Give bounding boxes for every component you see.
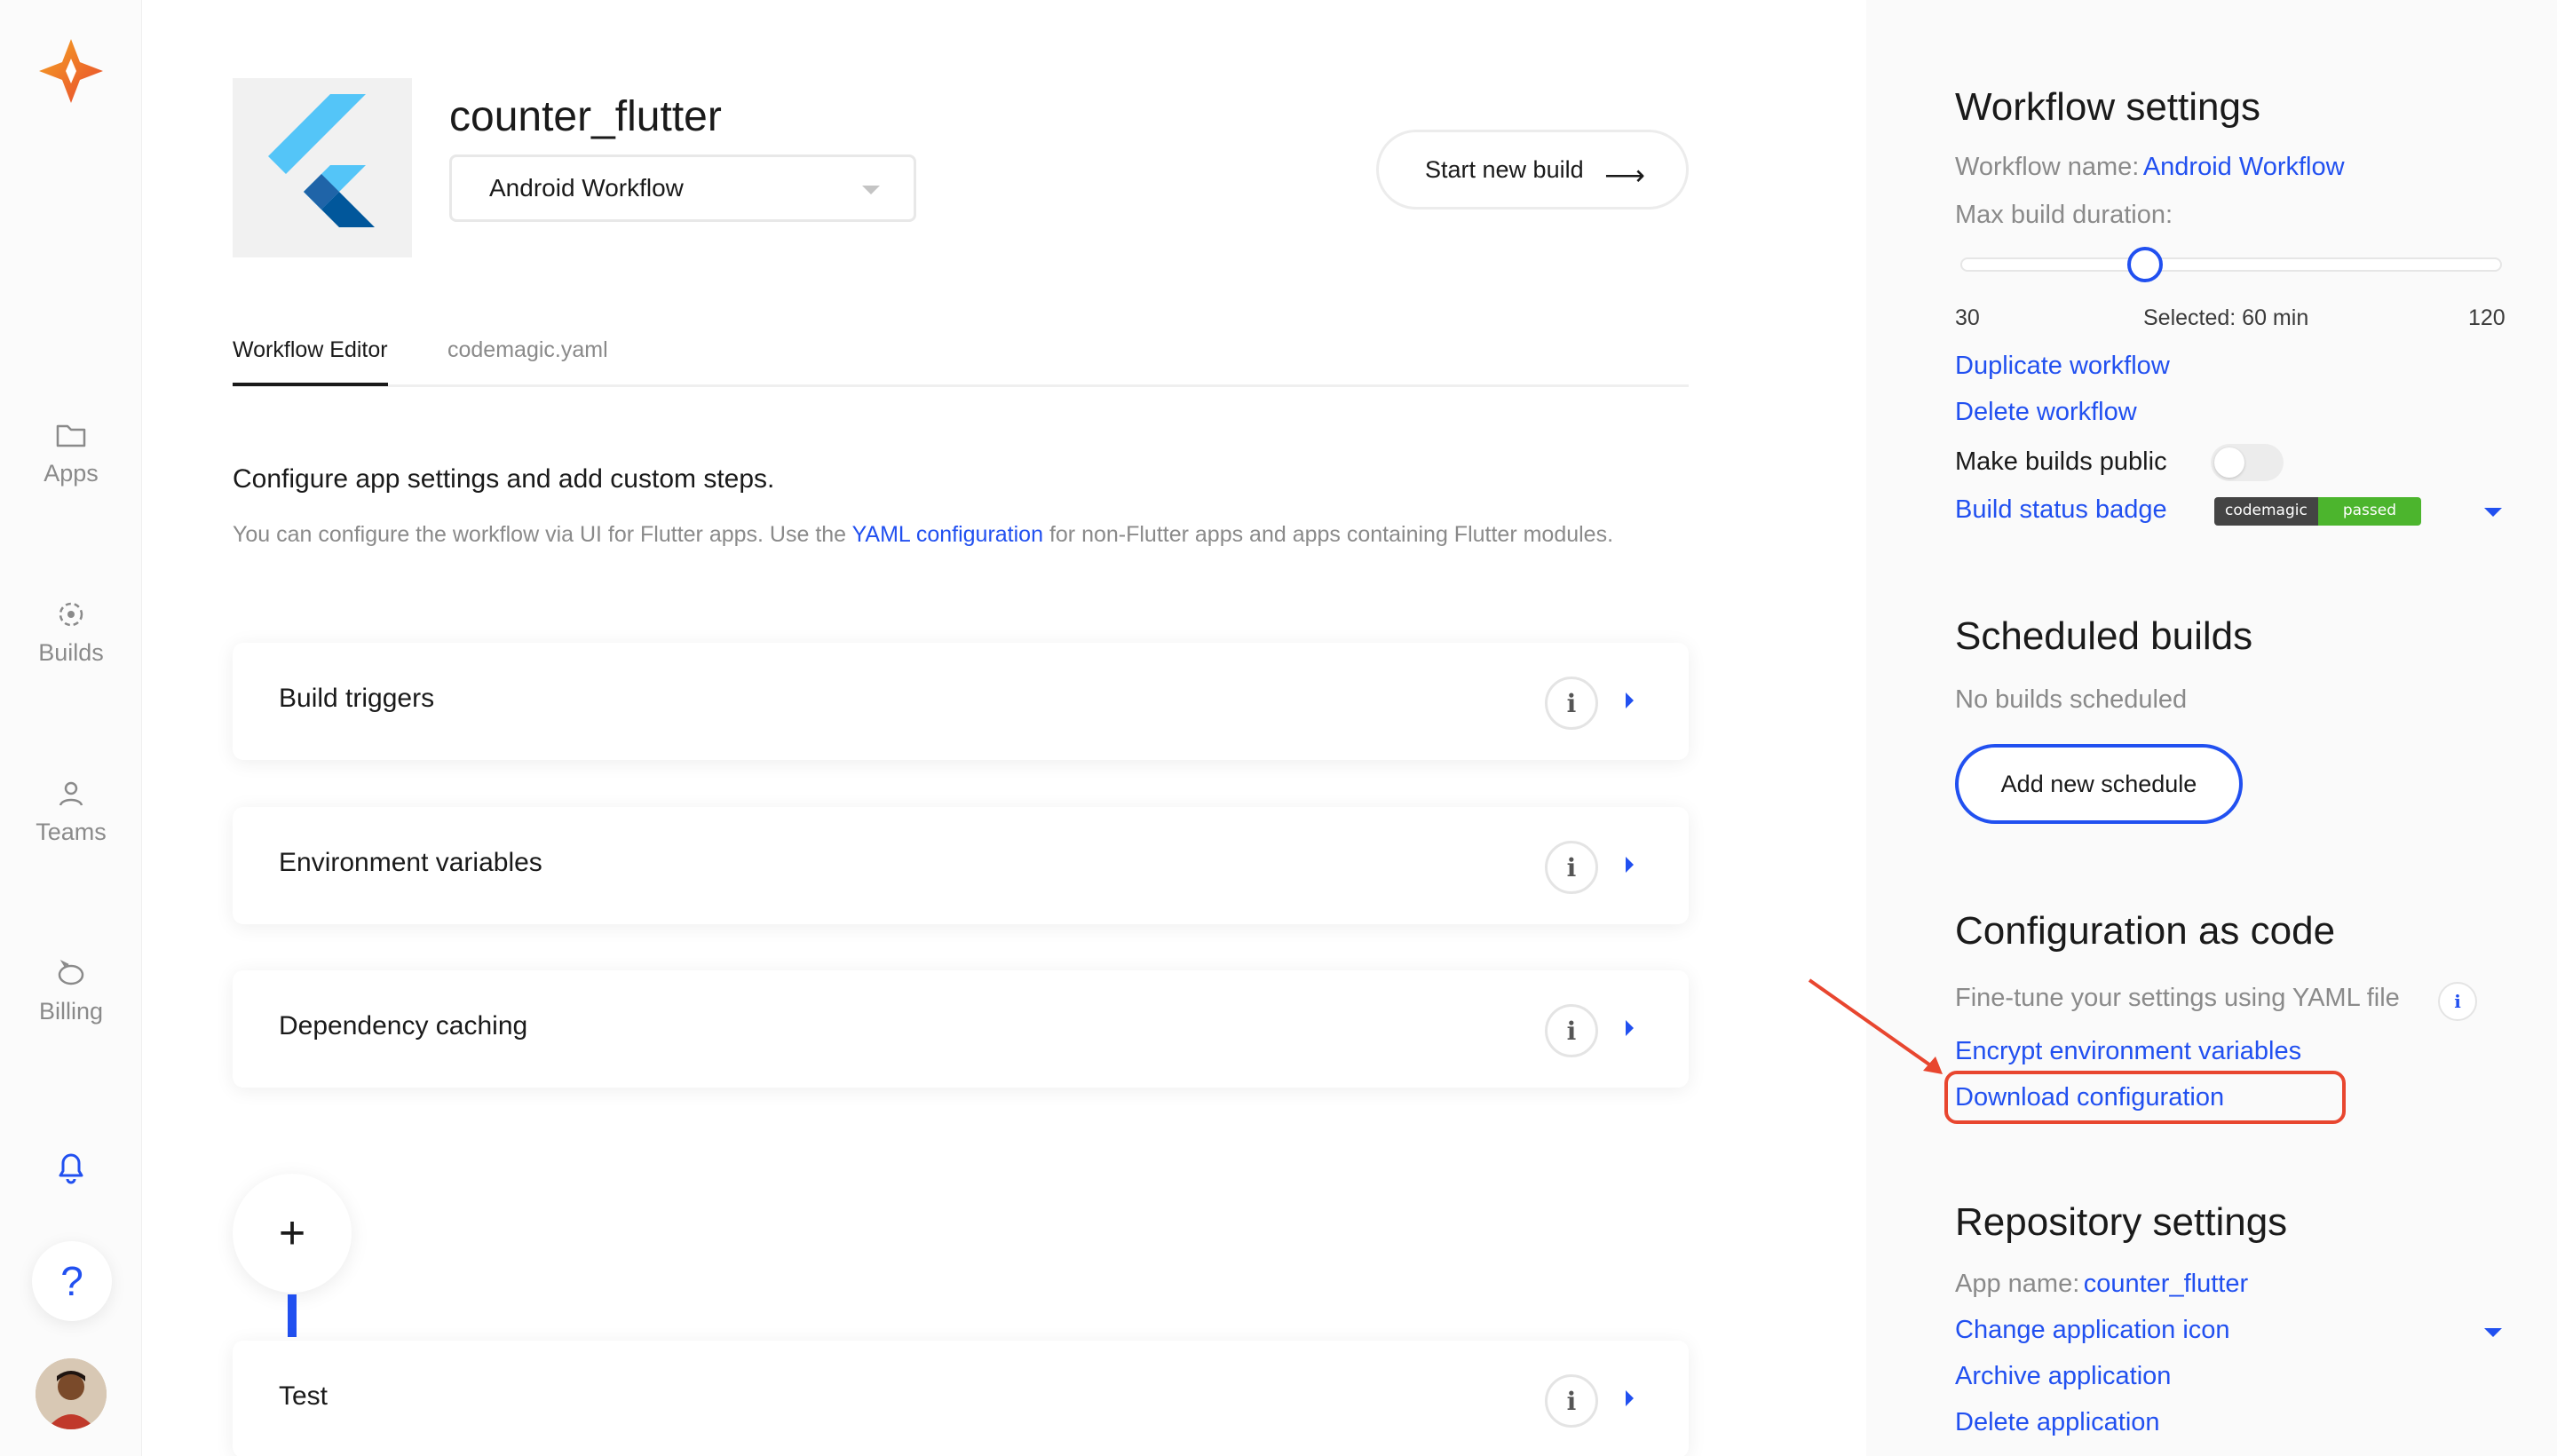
card-label: Test bbox=[279, 1381, 329, 1411]
slider-max-label: 120 bbox=[2468, 305, 2506, 330]
tab-workflow-editor[interactable]: Workflow Editor bbox=[233, 337, 388, 386]
build-status-badge[interactable]: codemagic passed bbox=[2214, 497, 2422, 526]
slider-min-label: 30 bbox=[1955, 305, 1980, 330]
slider-selected-label: Selected: 60 min bbox=[2143, 305, 2309, 330]
question-mark-icon: ? bbox=[60, 1258, 83, 1304]
piggy-bank-icon bbox=[58, 959, 84, 985]
environment-variables-card[interactable]: Environment variables i bbox=[233, 807, 1689, 924]
scheduled-builds-title: Scheduled builds bbox=[1955, 614, 2253, 658]
section-description: You can configure the workflow via UI fo… bbox=[233, 522, 1613, 548]
build-status-badge-link[interactable]: Build status badge bbox=[1955, 495, 2167, 525]
nav-label-builds: Builds bbox=[38, 639, 104, 666]
change-application-icon-link[interactable]: Change application icon bbox=[1955, 1316, 2230, 1345]
chevron-down-icon bbox=[862, 186, 880, 194]
info-icon[interactable]: i bbox=[1545, 841, 1598, 894]
make-builds-public-label: Make builds public bbox=[1955, 447, 2167, 476]
no-builds-scheduled: No builds scheduled bbox=[1955, 685, 2188, 714]
encrypt-env-vars-link[interactable]: Encrypt environment variables bbox=[1955, 1037, 2301, 1066]
step-connector bbox=[288, 1294, 297, 1337]
folder-icon bbox=[56, 424, 86, 447]
arrow-right-icon: ⟶ bbox=[1604, 159, 1645, 191]
highlight-box bbox=[1944, 1071, 2346, 1124]
app-name-label: App name: bbox=[1955, 1270, 2080, 1298]
make-builds-public-toggle[interactable] bbox=[2211, 444, 2284, 481]
build-duration-slider[interactable] bbox=[1960, 257, 2502, 272]
test-card[interactable]: Test i bbox=[233, 1341, 1689, 1456]
tab-codemagic-yaml[interactable]: codemagic.yaml bbox=[447, 337, 608, 383]
card-label: Dependency caching bbox=[279, 1011, 528, 1041]
editor-tabs: Workflow Editor codemagic.yaml bbox=[233, 337, 1689, 387]
chevron-right-icon bbox=[1626, 1020, 1634, 1036]
info-icon[interactable]: i bbox=[1545, 1374, 1598, 1428]
help-button[interactable]: ? bbox=[32, 1241, 112, 1321]
workflow-name-label: Workflow name: bbox=[1955, 153, 2140, 181]
desc-text-before: You can configure the workflow via UI fo… bbox=[233, 522, 852, 547]
app-name-value[interactable]: counter_flutter bbox=[2084, 1270, 2248, 1298]
badge-right: passed bbox=[2317, 497, 2422, 526]
max-duration-label: Max build duration: bbox=[1955, 201, 2173, 229]
builds-icon bbox=[59, 602, 83, 627]
card-label: Build triggers bbox=[279, 684, 435, 713]
codemagic-logo-icon[interactable] bbox=[36, 36, 107, 107]
toggle-knob bbox=[2214, 447, 2244, 478]
app-title: counter_flutter bbox=[449, 93, 722, 140]
workflow-name-row: Workflow name: Android Workflow bbox=[1955, 153, 2345, 182]
left-navigation: Apps Builds Teams Billing ? bbox=[0, 0, 142, 1456]
add-step-button[interactable]: + bbox=[233, 1174, 352, 1293]
card-label: Environment variables bbox=[279, 848, 542, 877]
chevron-right-icon bbox=[1626, 692, 1634, 708]
info-icon[interactable]: i bbox=[1545, 1004, 1598, 1057]
app-name-row: App name: counter_flutter bbox=[1955, 1270, 2248, 1299]
nav-label-billing: Billing bbox=[38, 998, 104, 1025]
duplicate-workflow-link[interactable]: Duplicate workflow bbox=[1955, 352, 2170, 381]
workflow-name-value[interactable]: Android Workflow bbox=[2143, 153, 2345, 181]
section-heading: Configure app settings and add custom st… bbox=[233, 464, 775, 494]
slider-handle[interactable] bbox=[2127, 247, 2163, 282]
plus-icon: + bbox=[278, 1207, 306, 1259]
workflow-select-value: Android Workflow bbox=[489, 174, 684, 202]
workflow-settings-title: Workflow settings bbox=[1955, 85, 2260, 129]
build-triggers-card[interactable]: Build triggers i bbox=[233, 643, 1689, 760]
user-icon bbox=[59, 781, 83, 806]
start-build-label: Start new build bbox=[1425, 155, 1584, 183]
nav-item-apps[interactable]: Apps bbox=[0, 417, 142, 487]
bell-icon[interactable] bbox=[50, 1145, 92, 1188]
repository-settings-title: Repository settings bbox=[1955, 1200, 2288, 1244]
yaml-configuration-link[interactable]: YAML configuration bbox=[852, 522, 1043, 547]
delete-application-link[interactable]: Delete application bbox=[1955, 1408, 2160, 1437]
nav-label-teams: Teams bbox=[36, 819, 107, 845]
nav-item-billing[interactable]: Billing bbox=[0, 955, 142, 1025]
workflow-select[interactable]: Android Workflow bbox=[449, 154, 916, 222]
annotation-arrow-icon bbox=[1808, 978, 1943, 1074]
chevron-right-icon bbox=[1626, 857, 1634, 873]
delete-workflow-link[interactable]: Delete workflow bbox=[1955, 398, 2137, 427]
change-icon-dropdown-icon[interactable] bbox=[2484, 1328, 2502, 1337]
start-new-build-button[interactable]: Start new build ⟶ bbox=[1376, 130, 1689, 210]
configuration-as-code-title: Configuration as code bbox=[1955, 909, 2336, 953]
info-icon[interactable]: i bbox=[1545, 677, 1598, 730]
flutter-app-icon bbox=[233, 78, 412, 257]
add-new-schedule-button[interactable]: Add new schedule bbox=[1955, 744, 2243, 824]
config-description: Fine-tune your settings using YAML file bbox=[1955, 984, 2400, 1012]
nav-item-teams[interactable]: Teams bbox=[0, 776, 142, 846]
badge-left: codemagic bbox=[2214, 497, 2318, 526]
dependency-caching-card[interactable]: Dependency caching i bbox=[233, 970, 1689, 1088]
info-icon[interactable]: i bbox=[2438, 982, 2477, 1021]
archive-application-link[interactable]: Archive application bbox=[1955, 1362, 2171, 1391]
nav-label-apps: Apps bbox=[44, 460, 99, 487]
desc-text-after: for non-Flutter apps and apps containing… bbox=[1043, 522, 1614, 547]
avatar[interactable] bbox=[36, 1358, 107, 1429]
nav-item-builds[interactable]: Builds bbox=[0, 597, 142, 667]
chevron-right-icon bbox=[1626, 1390, 1634, 1406]
badge-dropdown-icon[interactable] bbox=[2484, 508, 2502, 517]
